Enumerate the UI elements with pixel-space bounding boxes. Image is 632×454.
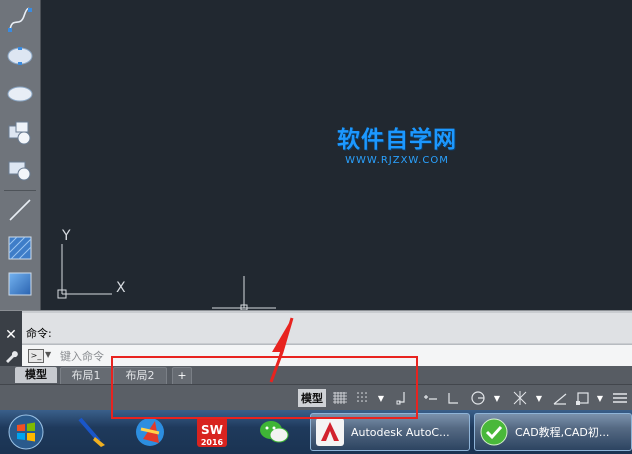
- browser-icon: [480, 418, 508, 446]
- grid-display-button[interactable]: [330, 389, 350, 407]
- windows-taskbar: SW 2016 Autodesk AutoC... CAD教程,CAD初...: [0, 410, 632, 454]
- command-history: 命令:: [22, 313, 632, 343]
- object-snap-button[interactable]: [574, 389, 592, 407]
- insert-block-icon: [8, 121, 31, 145]
- point-icon: [9, 199, 31, 221]
- object-snap-icon: [576, 392, 589, 405]
- snap-grid-icon: [357, 392, 367, 402]
- polar-tracking-button[interactable]: [468, 389, 488, 407]
- solidworks-year: 2016: [201, 438, 224, 447]
- create-block-icon: [8, 161, 31, 181]
- ellipse-arc-icon: [7, 86, 33, 102]
- drawing-area[interactable]: 软件自学网 WWW.RJZXW.COM Y X: [0, 0, 632, 310]
- snap-mode-button[interactable]: [354, 389, 372, 407]
- ellipse-tool-button[interactable]: [4, 40, 36, 72]
- object-snap-tracking-button[interactable]: [550, 389, 570, 407]
- ellipse-icon: [7, 47, 33, 65]
- autodesk-app-icon: [136, 418, 164, 446]
- ortho-icon: [448, 393, 458, 404]
- taskbar-app-wechat[interactable]: [254, 412, 294, 452]
- watermark-title: 软件自学网: [337, 127, 457, 153]
- polar-dropdown[interactable]: ▼: [490, 389, 504, 407]
- ucs-x-label: X: [116, 280, 126, 296]
- close-icon[interactable]: ✕: [3, 327, 19, 343]
- spline-tool-button[interactable]: [4, 4, 36, 36]
- snap-dropdown[interactable]: ▼: [374, 389, 388, 407]
- start-button[interactable]: [4, 412, 48, 452]
- isodraft-dropdown[interactable]: ▼: [532, 389, 546, 407]
- dynamic-input-icon: [424, 395, 437, 400]
- toolbox-icon: [78, 417, 105, 447]
- model-space-button[interactable]: 模型: [298, 389, 326, 407]
- command-history-label: 命令:: [26, 327, 52, 340]
- tab-model[interactable]: 模型: [15, 367, 57, 383]
- command-input[interactable]: [60, 348, 460, 364]
- command-prompt-icon[interactable]: >_: [28, 349, 44, 363]
- add-layout-button[interactable]: +: [172, 367, 192, 385]
- spline-icon: [8, 7, 32, 32]
- taskbar-window-browser-title: CAD教程,CAD初...: [515, 426, 610, 439]
- dynamic-input-button[interactable]: [420, 389, 440, 407]
- command-line-panel: ✕ 命令: >_ ▼: [0, 310, 632, 367]
- layout-tabs: 模型 布局1 布局2 +: [0, 366, 632, 385]
- taskbar-window-autocad-title: Autodesk AutoC...: [351, 425, 450, 439]
- autocad-logo-icon: [316, 418, 344, 446]
- solidworks-icon: SW 2016: [197, 417, 227, 447]
- solidworks-label: SW: [201, 423, 223, 437]
- command-input-row: >_ ▼: [22, 344, 632, 367]
- tab-layout2[interactable]: 布局2: [113, 367, 167, 385]
- wechat-icon: [260, 421, 289, 443]
- infer-constraints-icon: [396, 392, 405, 405]
- taskbar-app-solidworks[interactable]: SW 2016: [192, 412, 232, 452]
- polar-icon: [471, 391, 485, 405]
- taskbar-window-browser[interactable]: CAD教程,CAD初...: [474, 413, 632, 451]
- taskbar-window-autocad[interactable]: Autodesk AutoC...: [310, 413, 470, 451]
- point-tool-button[interactable]: [4, 194, 36, 226]
- windows-start-icon: [8, 414, 44, 450]
- grid-icon: [333, 392, 347, 404]
- hatch-tool-button[interactable]: [4, 232, 36, 264]
- tab-layout1[interactable]: 布局1: [60, 367, 112, 385]
- ucs-icon: Y X: [57, 228, 276, 310]
- hatch-icon: [8, 236, 32, 260]
- object-snap-dropdown[interactable]: ▼: [594, 389, 606, 407]
- chevron-down-icon[interactable]: ▼: [45, 350, 51, 359]
- watermark-url: WWW.RJZXW.COM: [345, 155, 449, 166]
- infer-constraints-button[interactable]: [392, 389, 412, 407]
- insert-block-button[interactable]: [4, 116, 36, 148]
- taskbar-app-autodesk[interactable]: [130, 412, 170, 452]
- gradient-tool-button[interactable]: [4, 268, 36, 300]
- gradient-icon: [8, 272, 32, 296]
- command-line-grip[interactable]: ✕: [0, 311, 22, 367]
- taskbar-app-toolbox[interactable]: [72, 412, 112, 452]
- customization-menu-button[interactable]: [610, 389, 630, 407]
- isodraft-button[interactable]: [510, 389, 530, 407]
- snap-tracking-icon: [553, 393, 567, 405]
- draw-toolbar: [0, 0, 41, 310]
- create-block-button[interactable]: [4, 154, 36, 186]
- menu-icon: [613, 393, 627, 403]
- ortho-mode-button[interactable]: [444, 389, 462, 407]
- wrench-icon[interactable]: [3, 348, 19, 364]
- site-watermark: 软件自学网 WWW.RJZXW.COM: [322, 126, 472, 168]
- ucs-y-label: Y: [61, 228, 71, 244]
- isodraft-icon: [513, 391, 527, 405]
- ellipse-arc-tool-button[interactable]: [4, 78, 36, 110]
- status-bar: 模型 ▼ ▼ ▼ ▼: [0, 384, 632, 411]
